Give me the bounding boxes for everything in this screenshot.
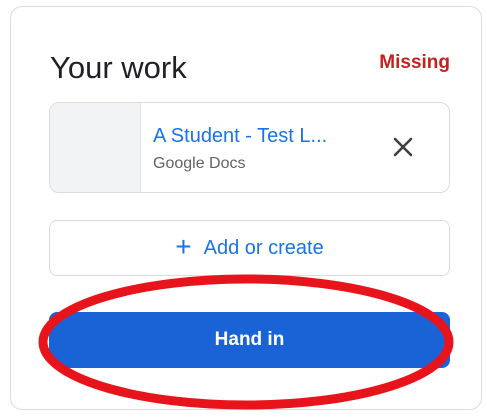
attachment-item[interactable]: A Student - Test L... Google Docs <box>49 102 450 193</box>
attachment-type: Google Docs <box>153 155 246 172</box>
add-or-create-label: Add or create <box>203 236 324 259</box>
plus-icon: + <box>175 230 192 262</box>
hand-in-button[interactable]: Hand in <box>49 312 450 368</box>
hand-in-label: Hand in <box>214 329 285 350</box>
status-badge: Missing <box>379 52 450 73</box>
your-work-title: Your work <box>50 50 187 85</box>
remove-attachment-button[interactable] <box>387 131 419 163</box>
close-icon <box>393 137 413 157</box>
add-or-create-button[interactable]: + Add or create <box>49 220 450 276</box>
attachment-thumbnail <box>50 103 141 192</box>
attachment-title[interactable]: A Student - Test L... <box>153 123 327 149</box>
